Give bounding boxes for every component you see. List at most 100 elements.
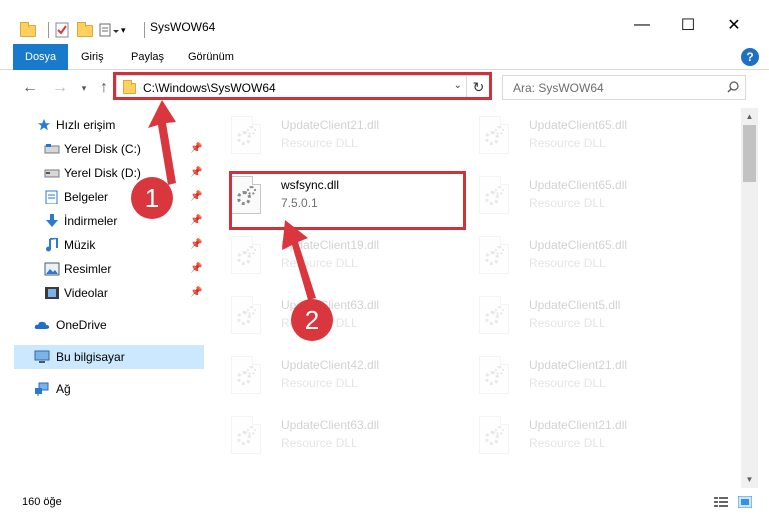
- sidebar-item-downloads[interactable]: İndirmeler 📌: [0, 209, 205, 233]
- sidebar-item-disk-c[interactable]: Yerel Disk (C:) 📌: [0, 137, 205, 161]
- file-item[interactable]: UpdateClient21.dll Resource DLL: [457, 350, 697, 406]
- sidebar-item-videos[interactable]: Videolar 📌: [0, 281, 205, 305]
- file-item[interactable]: UpdateClient65.dll Resource DLL: [457, 110, 697, 166]
- file-name: UpdateClient21.dll: [529, 418, 628, 432]
- documents-icon: [45, 190, 58, 204]
- network-icon: [35, 382, 49, 396]
- step-badge-2: 2: [291, 299, 333, 341]
- details-view-icon[interactable]: [714, 496, 728, 508]
- file-name: UpdateClient21.dll: [529, 358, 628, 372]
- file-type: Resource DLL: [281, 376, 358, 390]
- vertical-scrollbar[interactable]: ▲ ▼: [741, 108, 758, 488]
- title-bar: ▾ SysWOW64 — ☐ ✕: [0, 0, 769, 44]
- dll-file-icon: [231, 356, 261, 394]
- customize-toolbar-icon[interactable]: [99, 22, 119, 38]
- file-item[interactable]: UpdateClient19.dll Resource DLL: [209, 230, 449, 286]
- pin-icon[interactable]: 📌: [190, 185, 202, 209]
- file-item[interactable]: UpdateClient63.dll Resource DLL: [209, 410, 449, 466]
- file-name: UpdateClient65.dll: [529, 178, 628, 192]
- tab-home[interactable]: Giriş: [70, 44, 115, 70]
- sidebar-item-disk-d[interactable]: Yerel Disk (D:) 📌: [0, 161, 205, 185]
- minimize-button[interactable]: —: [619, 10, 665, 40]
- drive-icon: [44, 169, 60, 178]
- pictures-icon: [44, 262, 60, 276]
- forward-icon[interactable]: →: [50, 78, 70, 98]
- file-list: UpdateClient21.dll Resource DLL wsfsync.…: [207, 108, 741, 486]
- file-item[interactable]: UpdateClient5.dll Resource DLL: [457, 290, 697, 346]
- file-item[interactable]: UpdateClient42.dll Resource DLL: [209, 350, 449, 406]
- file-item[interactable]: UpdateClient65.dll Resource DLL: [457, 170, 697, 226]
- pin-icon[interactable]: 📌: [190, 257, 202, 281]
- scroll-thumb[interactable]: [743, 125, 756, 182]
- close-button[interactable]: ✕: [711, 10, 757, 40]
- large-icons-view-icon[interactable]: [738, 496, 752, 508]
- sidebar-item-this-pc[interactable]: Bu bilgisayar: [14, 345, 204, 369]
- chevron-down-icon[interactable]: ▾: [121, 22, 137, 38]
- maximize-icon: ☐: [680, 17, 696, 34]
- music-icon: [46, 238, 58, 252]
- sidebar-item-label: Videolar: [64, 286, 108, 300]
- up-icon[interactable]: ↑: [94, 78, 114, 98]
- tab-share[interactable]: Paylaş: [120, 44, 175, 70]
- maximize-button[interactable]: ☐: [665, 10, 711, 40]
- help-icon[interactable]: ?: [741, 48, 759, 66]
- dll-file-icon: [231, 236, 261, 274]
- new-folder-icon[interactable]: [77, 22, 93, 38]
- sidebar-item-label: OneDrive: [56, 318, 107, 332]
- sidebar-item-label: Hızlı erişim: [56, 118, 116, 132]
- search-icon[interactable]: [727, 81, 739, 93]
- sidebar-item-documents[interactable]: Belgeler 📌: [0, 185, 205, 209]
- pin-icon[interactable]: 📌: [190, 161, 202, 185]
- dll-file-icon: [479, 176, 509, 214]
- back-icon[interactable]: ←: [20, 78, 40, 98]
- pin-icon[interactable]: 📌: [190, 209, 202, 233]
- sidebar-item-label: Yerel Disk (C:): [64, 142, 141, 156]
- pin-icon[interactable]: 📌: [190, 137, 202, 161]
- drive-icon: [44, 144, 60, 154]
- recent-locations-icon[interactable]: ▾: [74, 78, 94, 98]
- tab-file[interactable]: Dosya: [13, 44, 69, 70]
- file-name: UpdateClient42.dll: [281, 358, 380, 372]
- file-highlight-box: [229, 171, 466, 230]
- cloud-icon: [34, 321, 50, 329]
- file-item[interactable]: UpdateClient21.dll Resource DLL: [457, 410, 697, 466]
- file-type: Resource DLL: [529, 256, 606, 270]
- file-name: UpdateClient5.dll: [529, 298, 621, 312]
- file-name: UpdateClient21.dll: [281, 118, 380, 132]
- file-name: UpdateClient19.dll: [281, 238, 380, 252]
- file-item[interactable]: UpdateClient65.dll Resource DLL: [457, 230, 697, 286]
- search-box[interactable]: Ara: SysWOW64: [502, 75, 746, 100]
- search-input[interactable]: Ara: SysWOW64: [513, 81, 604, 95]
- file-type: Resource DLL: [529, 376, 606, 390]
- title-separator: [144, 22, 145, 38]
- window-title: SysWOW64: [150, 20, 216, 34]
- star-icon: [37, 118, 51, 131]
- sidebar-item-label: İndirmeler: [64, 214, 118, 228]
- scroll-down-icon[interactable]: ▼: [741, 471, 758, 488]
- scroll-up-icon[interactable]: ▲: [741, 108, 758, 125]
- tab-view[interactable]: Görünüm: [177, 44, 245, 70]
- toolbar-separator: [48, 22, 49, 38]
- minimize-icon: —: [634, 16, 650, 33]
- sidebar-item-onedrive[interactable]: OneDrive: [0, 313, 205, 337]
- ribbon: Dosya Giriş Paylaş Görünüm ⌄ ?: [0, 44, 769, 106]
- dll-file-icon: [479, 296, 509, 334]
- pin-icon[interactable]: 📌: [190, 281, 202, 305]
- file-item[interactable]: UpdateClient21.dll Resource DLL: [209, 110, 449, 166]
- pin-icon[interactable]: 📌: [190, 233, 202, 257]
- address-highlight-box: [113, 72, 492, 100]
- dll-file-icon: [479, 236, 509, 274]
- dll-file-icon: [231, 416, 261, 454]
- sidebar-item-label: Bu bilgisayar: [56, 350, 125, 364]
- sidebar-item-network[interactable]: Ağ: [0, 377, 205, 401]
- navigation-pane: Hızlı erişim Yerel Disk (C:) 📌 Yerel Dis…: [0, 108, 206, 488]
- properties-icon[interactable]: [55, 22, 71, 38]
- sidebar-item-quick-access[interactable]: Hızlı erişim: [0, 113, 205, 137]
- sidebar-item-label: Müzik: [64, 238, 96, 252]
- sidebar-item-pictures[interactable]: Resimler 📌: [0, 257, 205, 281]
- file-name: UpdateClient65.dll: [529, 118, 628, 132]
- file-type: Resource DLL: [281, 436, 358, 450]
- file-type: Resource DLL: [281, 136, 358, 150]
- file-name: UpdateClient65.dll: [529, 238, 628, 252]
- sidebar-item-music[interactable]: Müzik 📌: [0, 233, 205, 257]
